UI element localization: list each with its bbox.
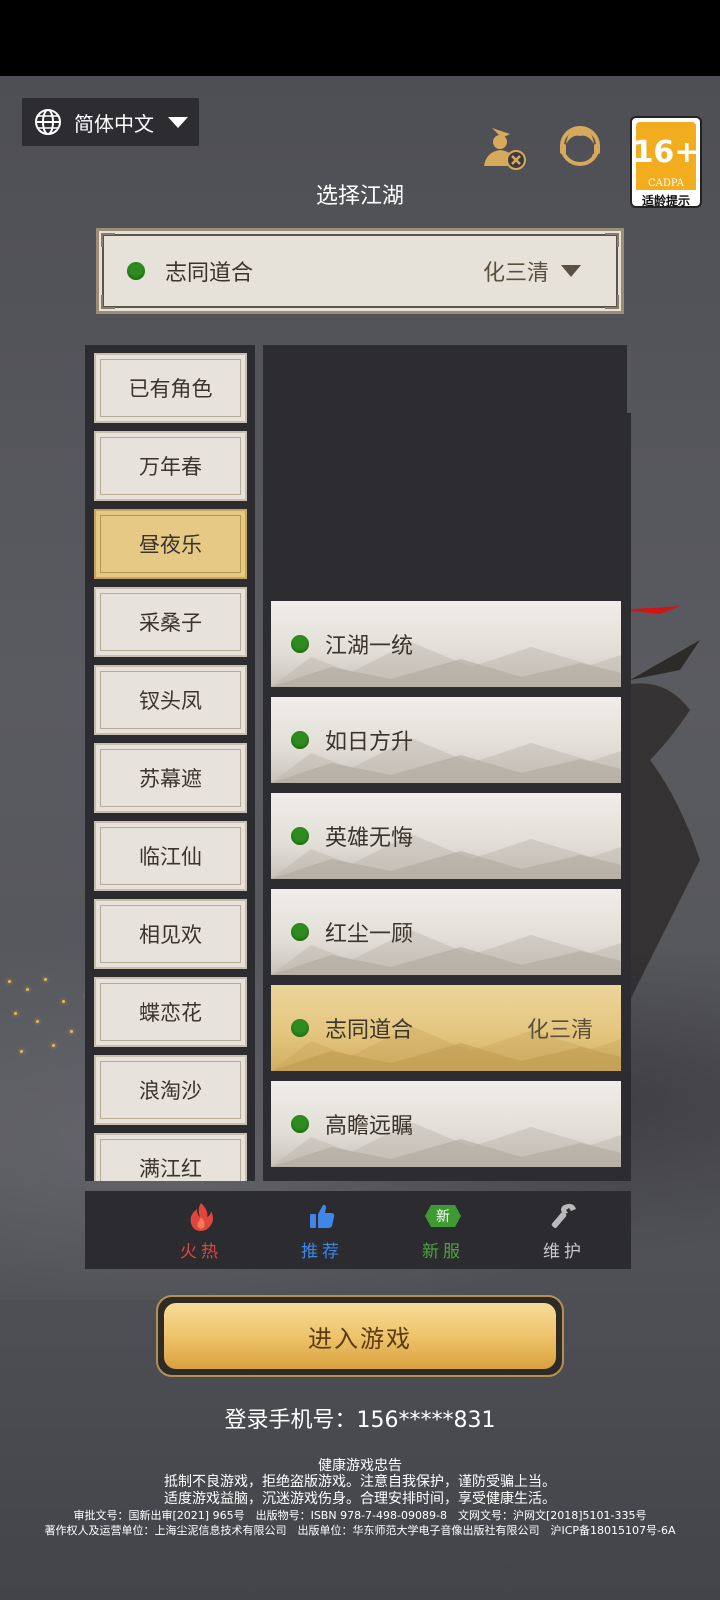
new-badge-text: 新 <box>436 1209 450 1225</box>
notice-line: 抵制不良游戏，拒绝盗版游戏。注意自我保护，谨防受骗上当。 <box>164 1474 556 1490</box>
server-item[interactable]: 红尘一顾 <box>271 889 621 975</box>
zone-item-selected[interactable]: 昼夜乐 <box>94 509 247 579</box>
scrollbar[interactable] <box>627 345 631 413</box>
frame-corner <box>605 233 619 247</box>
server-name: 红尘一顾 <box>325 922 414 947</box>
zone-item-label: 满江红 <box>139 1157 202 1181</box>
tab-label: 火热 <box>180 1242 222 1262</box>
zone-item-label: 万年春 <box>139 455 202 479</box>
zone-item-label: 昼夜乐 <box>139 533 202 557</box>
new-badge-icon: 新 <box>425 1205 461 1227</box>
server-item[interactable]: 高瞻远瞩 <box>271 1081 621 1167</box>
mountain-pattern <box>271 930 621 975</box>
tab-label: 推荐 <box>301 1242 343 1262</box>
server-name: 高瞻远瞩 <box>325 1114 414 1139</box>
selected-server-dropdown[interactable]: 志同道合 化三清 <box>96 228 624 314</box>
wrench-icon <box>551 1203 576 1229</box>
globe-icon <box>35 109 61 135</box>
license-line: 著作权人及运营单位：上海尘泥信息技术有限公司 出版单位：华东师范大学电子音像出版… <box>44 1524 676 1537</box>
health-notice: 健康游戏忠告 抵制不良游戏，拒绝盗版游戏。注意自我保护，谨防受骗上当。 适度游戏… <box>0 1458 720 1538</box>
zone-item[interactable]: 采桑子 <box>94 587 247 657</box>
server-name: 江湖一统 <box>325 634 414 659</box>
login-phone: 登录手机号：156*****831 <box>224 1408 496 1433</box>
server-item-selected[interactable]: 志同道合 化三清 <box>271 985 621 1071</box>
language-selector[interactable]: 简体中文 <box>22 98 199 146</box>
zone-item[interactable]: 苏幕遮 <box>94 743 247 813</box>
frame-corner <box>101 295 115 309</box>
frame-corner <box>101 233 115 247</box>
zone-item[interactable]: 临江仙 <box>94 821 247 891</box>
tab-label: 维护 <box>543 1242 585 1262</box>
notice-heading: 健康游戏忠告 <box>318 1458 402 1474</box>
mountain-pattern <box>271 642 621 687</box>
server-name: 如日方升 <box>325 730 414 755</box>
zone-item[interactable]: 蝶恋花 <box>94 977 247 1047</box>
server-filter-tabs: 火热 推荐 新 新服 维护 <box>85 1191 631 1269</box>
thumbs-up-icon <box>310 1204 335 1228</box>
server-status-dot <box>291 1019 309 1037</box>
zone-item-label: 已有角色 <box>128 377 213 401</box>
zone-item-label: 钗头凤 <box>139 689 202 713</box>
server-item[interactable]: 英雄无悔 <box>271 793 621 879</box>
zone-item-label: 蝶恋花 <box>139 1001 202 1025</box>
frame-corner <box>605 295 619 309</box>
status-bar <box>0 0 720 76</box>
zone-item[interactable]: 浪淘沙 <box>94 1055 247 1125</box>
zone-item-label: 苏幕遮 <box>139 767 202 791</box>
tab-label: 新服 <box>422 1242 464 1262</box>
server-name: 英雄无悔 <box>325 826 414 851</box>
zone-item[interactable]: 万年春 <box>94 431 247 501</box>
enter-game-button[interactable]: 进入游戏 <box>156 1295 564 1377</box>
zone-item[interactable]: 相见欢 <box>94 899 247 969</box>
zone-item[interactable]: 钗头凤 <box>94 665 247 735</box>
server-status-dot <box>291 1115 309 1133</box>
zone-item-label: 临江仙 <box>139 845 202 869</box>
server-status-dot <box>127 262 145 280</box>
server-status-dot <box>291 923 309 941</box>
account-switch-icon[interactable] <box>476 120 528 172</box>
customer-service-icon[interactable] <box>554 120 606 172</box>
chevron-down-icon <box>168 116 188 128</box>
zone-item-label: 相见欢 <box>139 923 202 947</box>
zone-list[interactable]: 已有角色 万年春 昼夜乐 采桑子 钗头凤 苏幕遮 临江仙 相见欢 蝶恋花 浪淘沙… <box>85 345 255 1181</box>
zone-item[interactable]: 已有角色 <box>94 353 247 423</box>
zone-item-label: 采桑子 <box>139 611 202 635</box>
enter-game-label: 进入游戏 <box>164 1303 556 1369</box>
selected-server-name: 志同道合 <box>165 261 254 286</box>
tab-maintenance[interactable]: 维护 <box>504 1191 624 1269</box>
language-label: 简体中文 <box>74 111 154 136</box>
mountain-pattern <box>271 834 621 879</box>
selected-server-zone: 化三清 <box>482 261 549 286</box>
age-rating-number: 16+ <box>633 122 699 182</box>
zone-item[interactable]: 满江红 <box>94 1133 247 1181</box>
server-status-dot <box>291 635 309 653</box>
tab-new-servers[interactable]: 新 新服 <box>383 1191 503 1269</box>
server-name: 志同道合 <box>325 1018 414 1043</box>
server-list[interactable]: 江湖一统 如日方升 英雄无悔 红尘一顾 志同道合 化三清 高瞻远瞩 <box>263 345 631 1181</box>
chevron-down-icon <box>561 265 581 277</box>
fire-icon <box>190 1203 213 1231</box>
mountain-pattern <box>271 738 621 783</box>
zone-item-label: 浪淘沙 <box>139 1079 202 1103</box>
server-zone: 化三清 <box>526 1018 593 1043</box>
tab-hot[interactable]: 火热 <box>141 1191 261 1269</box>
page-title: 选择江湖 <box>315 184 404 209</box>
notice-line: 适度游戏益脑，沉迷游戏伤身。合理安排时间，享受健康生活。 <box>164 1491 556 1507</box>
mountain-pattern <box>271 1122 621 1167</box>
server-item[interactable]: 如日方升 <box>271 697 621 783</box>
server-status-dot <box>291 731 309 749</box>
tab-recommended[interactable]: 推荐 <box>262 1191 382 1269</box>
license-line: 审批文号：国新出审[2021] 965号 出版物号：ISBN 978-7-498… <box>73 1509 647 1522</box>
server-status-dot <box>291 827 309 845</box>
server-item[interactable]: 江湖一统 <box>271 601 621 687</box>
